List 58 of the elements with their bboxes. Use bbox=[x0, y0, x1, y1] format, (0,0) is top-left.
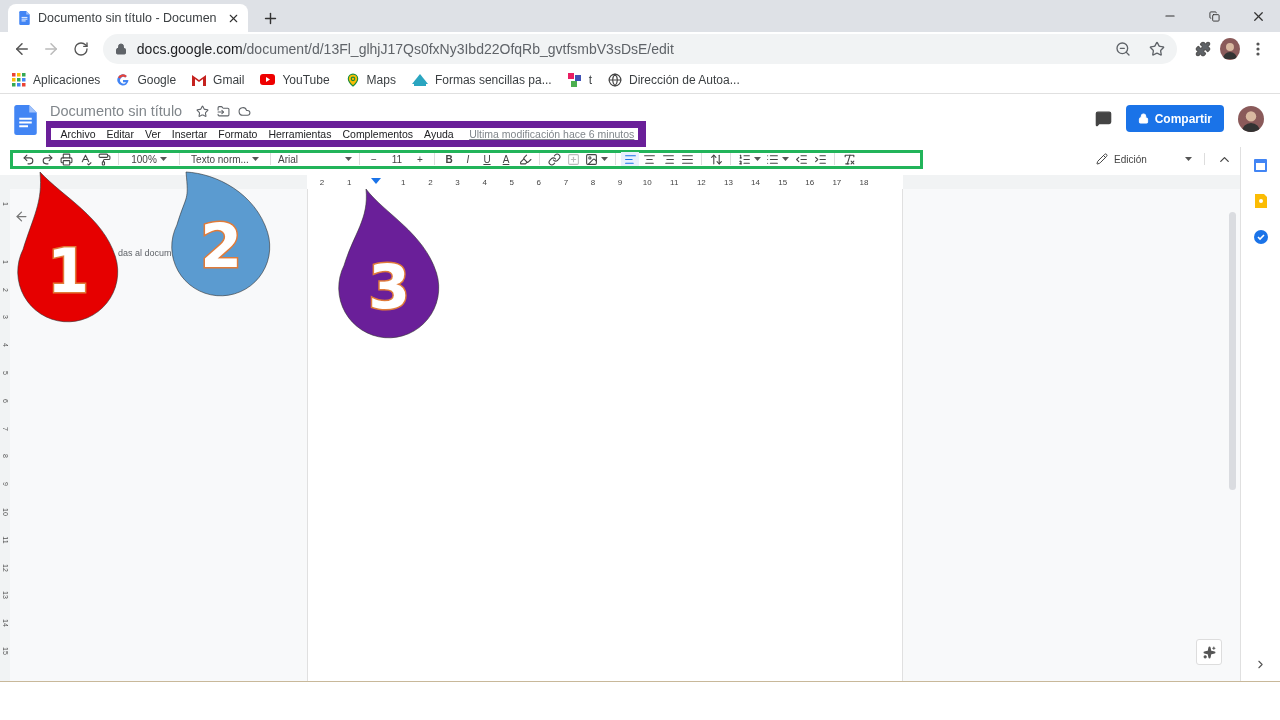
ruler-number: 2 bbox=[427, 177, 434, 187]
menu-item[interactable]: Archivo bbox=[55, 128, 101, 140]
bookmark-link[interactable]: Maps bbox=[345, 72, 396, 87]
style-dropdown[interactable]: Texto norm... bbox=[185, 152, 265, 166]
menu-item[interactable]: Editar bbox=[101, 128, 140, 140]
callout-number: 3 bbox=[368, 252, 410, 322]
underline-button[interactable]: U bbox=[478, 152, 496, 166]
zoom-dropdown[interactable]: 100% bbox=[124, 152, 174, 166]
italic-button[interactable]: I bbox=[459, 152, 477, 166]
menu-item[interactable]: Complementos bbox=[336, 128, 419, 140]
bookmark-link[interactable]: Gmail bbox=[192, 72, 245, 87]
tab-title: Documento sin título - Documen bbox=[38, 11, 218, 25]
ruler-number: 6 bbox=[535, 177, 542, 187]
ruler-number: 4 bbox=[481, 177, 488, 187]
ruler-number: 16 bbox=[804, 177, 816, 187]
increase-size-button[interactable]: + bbox=[411, 152, 429, 166]
bookmark-link[interactable]: YouTube bbox=[260, 72, 330, 87]
ruler-number: 10 bbox=[641, 177, 653, 187]
document-title[interactable]: Documento sin título bbox=[50, 103, 183, 119]
menu-item[interactable]: Herramientas bbox=[262, 128, 337, 140]
ruler-number: 15 bbox=[777, 177, 789, 187]
callout-number: 2 bbox=[200, 211, 242, 281]
share-button[interactable]: Compartir bbox=[1125, 105, 1224, 132]
menu-item[interactable]: Formato bbox=[212, 128, 263, 140]
outline-hint: das al docum bbox=[118, 248, 172, 258]
ruler-number: 12 bbox=[695, 177, 707, 187]
browser-tab[interactable]: Documento sin título - Documen bbox=[8, 4, 248, 32]
ruler-number: 14 bbox=[750, 177, 761, 187]
ruler-number: 17 bbox=[831, 177, 843, 187]
url-text: docs.google.com/document/d/13Fl_glhjJ17Qs0fxNy3Ibd22OfqRb_gvtfsmbV3sDsE/edit bbox=[136, 41, 675, 57]
menu-item[interactable]: Ver bbox=[139, 128, 167, 140]
ruler-number: 9 bbox=[616, 177, 624, 187]
ruler-number: 2 bbox=[318, 177, 326, 187]
font-size-field[interactable]: 11 bbox=[384, 152, 410, 166]
bookmark-link[interactable]: Aplicaciones bbox=[12, 72, 101, 87]
ruler-number: 5 bbox=[508, 177, 515, 187]
callout-number: 1 bbox=[47, 236, 89, 306]
ruler-number: 8 bbox=[589, 177, 597, 187]
bookmark-link[interactable]: Google bbox=[116, 72, 177, 87]
mode-dropdown[interactable]: Edición bbox=[1096, 153, 1192, 165]
bookmark-link[interactable]: Formas sencillas pa... bbox=[411, 72, 552, 87]
ruler-number: 18 bbox=[858, 177, 870, 187]
text-color-button[interactable]: A bbox=[497, 152, 515, 166]
menu-item[interactable]: Ayuda bbox=[418, 128, 460, 140]
ruler-number: 1 bbox=[345, 177, 353, 187]
bold-button[interactable]: B bbox=[440, 152, 458, 166]
ruler-number: 13 bbox=[723, 177, 734, 187]
decrease-size-button[interactable]: − bbox=[365, 152, 383, 166]
ruler-number: 11 bbox=[669, 177, 680, 187]
ruler-number: 1 bbox=[400, 177, 407, 187]
ruler-number: 3 bbox=[454, 177, 461, 187]
font-dropdown[interactable]: Arial bbox=[276, 152, 354, 166]
bookmark-link[interactable]: t bbox=[567, 72, 592, 87]
address-bar[interactable]: docs.google.com/document/d/13Fl_glhjJ17Qs0fxNy3Ibd22OfqRb_gvtfsmbV3sDsE/edit bbox=[102, 34, 1177, 64]
ruler-number: 7 bbox=[562, 177, 570, 187]
last-edit-link[interactable]: Ultima modificación hace 6 minutos bbox=[469, 128, 635, 140]
bookmark-link[interactable]: Dirección de Autoa... bbox=[608, 72, 740, 87]
menu-item[interactable]: Insertar bbox=[166, 128, 213, 140]
